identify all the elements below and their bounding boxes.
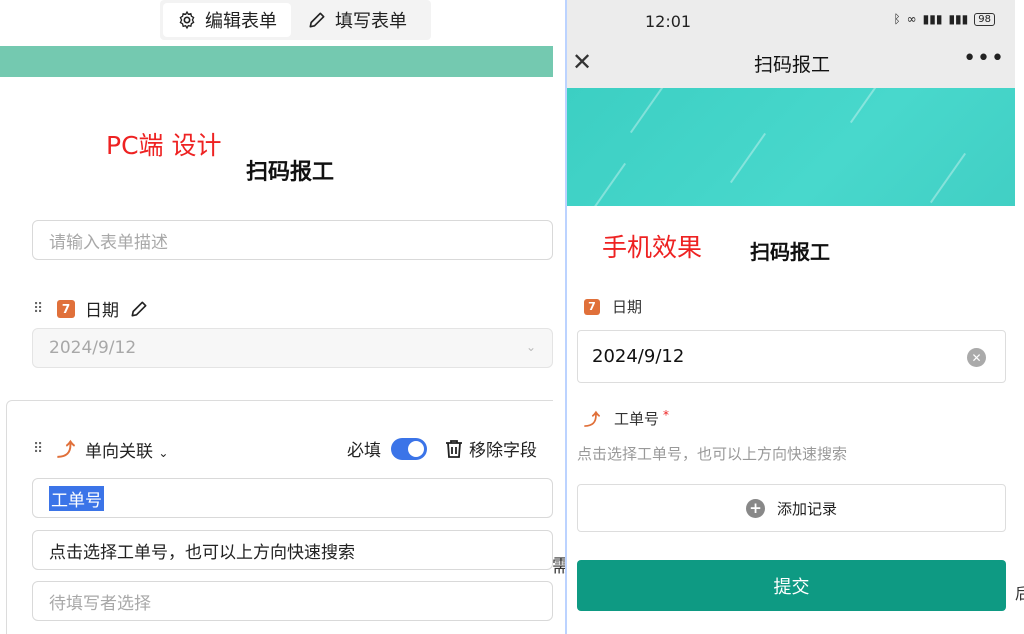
mobile-date-label: 7 日期 — [584, 296, 642, 317]
link-icon: ∞ — [906, 12, 917, 26]
submit-button[interactable]: 提交 — [577, 560, 1006, 611]
signal-icon: ▮▮▮ — [922, 12, 943, 26]
calendar-icon: 7 — [584, 298, 600, 315]
form-header-band — [0, 46, 553, 77]
mobile-order-hint: 点击选择工单号，也可以上方向快速搜索 — [577, 445, 848, 463]
edit-form-label: 编辑表单 — [205, 11, 277, 32]
clear-icon[interactable]: ✕ — [967, 348, 986, 367]
gear-icon — [179, 10, 195, 30]
field-type-label: 单向关联 — [85, 441, 153, 462]
date-field-header: ⠿ 7 日期 — [33, 296, 149, 321]
required-mark: * — [663, 408, 670, 422]
link-icon: ⤴ — [57, 440, 75, 461]
pencil-icon — [309, 12, 325, 28]
drag-handle-icon[interactable]: ⠿ — [33, 301, 47, 317]
background-text-fragment: 后 — [1015, 584, 1024, 603]
add-record-button[interactable]: + 添加记录 — [577, 484, 1006, 532]
nav-bar: ✕ 扫码报工 ••• — [567, 40, 1015, 88]
mobile-date-value: 2024/9/12 — [592, 346, 685, 367]
date-field-preview: 2024/9/12 ⌄ — [32, 328, 553, 368]
background-window-edge: 后 — [1015, 0, 1024, 634]
mobile-order-label: ⤴ 工单号 * — [584, 406, 669, 430]
calendar-icon: 7 — [57, 299, 75, 318]
field-name-input[interactable]: 工单号 — [32, 478, 553, 518]
link-icon: ⤴ — [584, 410, 601, 429]
field-default-input[interactable]: 待填写者选择 — [32, 581, 553, 621]
screen: 编辑表单 填写表单 PC端 设计 扫码报工 请输入表单描述 ⠿ 7 日期 202… — [0, 0, 1024, 634]
drag-handle-icon[interactable]: ⠿ — [33, 441, 47, 457]
signal-icon: ▮▮▮ — [948, 12, 969, 26]
required-toggle[interactable] — [391, 437, 427, 460]
field-hint-value: 点击选择工单号，也可以上方向快速搜索 — [49, 542, 355, 563]
link-field-header: ⠿ ⤴ 单向关联 ⌄ — [33, 436, 168, 462]
chevron-down-icon: ⌄ — [525, 340, 536, 354]
form-description-input[interactable]: 请输入表单描述 — [32, 220, 553, 260]
field-hint-input[interactable]: 点击选择工单号，也可以上方向快速搜索 — [32, 530, 553, 570]
mobile-form-title: 扫码报工 — [750, 240, 830, 264]
trash-icon — [446, 439, 462, 458]
field-type-selector[interactable]: 单向关联 ⌄ — [85, 437, 168, 462]
bluetooth-icon: ᛒ — [893, 12, 901, 26]
field-default-placeholder: 待填写者选择 — [49, 593, 151, 614]
pencil-icon[interactable] — [129, 299, 149, 319]
date-preview-value: 2024/9/12 — [49, 338, 137, 358]
more-icon[interactable]: ••• — [963, 46, 1005, 71]
status-icons: ᛒ ∞ ▮▮▮ ▮▮▮ 98 — [893, 12, 995, 26]
remove-field-label: 移除字段 — [469, 441, 537, 461]
field-name-value: 工单号 — [49, 485, 104, 511]
remove-field-button[interactable]: 移除字段 — [445, 436, 537, 461]
chevron-down-icon: ⌄ — [158, 445, 169, 460]
mobile-order-label-text: 工单号 — [614, 409, 660, 428]
fill-form-label: 填写表单 — [335, 11, 407, 32]
required-label: 必填 — [347, 441, 381, 461]
form-banner — [567, 88, 1015, 206]
nav-title: 扫码报工 — [753, 54, 830, 76]
pc-design-note: PC端 设计 — [106, 131, 222, 160]
edit-form-tab[interactable]: 编辑表单 — [163, 3, 291, 37]
pc-designer-pane: 编辑表单 填写表单 PC端 设计 扫码报工 请输入表单描述 ⠿ 7 日期 202… — [0, 0, 553, 634]
description-placeholder: 请输入表单描述 — [49, 232, 168, 253]
field-options: 必填 移除字段 — [347, 436, 537, 461]
mobile-effect-note: 手机效果 — [602, 233, 703, 262]
plus-icon: + — [745, 498, 765, 518]
mobile-date-input[interactable]: 2024/9/12 ✕ — [577, 330, 1006, 383]
submit-label: 提交 — [773, 576, 810, 598]
designer-toolbar: 编辑表单 填写表单 — [0, 0, 553, 46]
form-title[interactable]: 扫码报工 — [246, 154, 334, 186]
status-bar: 12:01 ᛒ ∞ ▮▮▮ ▮▮▮ 98 — [567, 0, 1015, 40]
fill-form-tab[interactable]: 填写表单 — [293, 3, 421, 37]
mobile-preview-pane: 12:01 ᛒ ∞ ▮▮▮ ▮▮▮ 98 ✕ 扫码报工 ••• 手机效果 扫码报… — [565, 0, 1015, 634]
battery-icon: 98 — [974, 12, 995, 26]
status-time: 12:01 — [645, 12, 692, 31]
add-record-label: 添加记录 — [776, 499, 837, 518]
date-field-label: 日期 — [85, 301, 119, 321]
mobile-date-label-text: 日期 — [612, 298, 643, 316]
mode-switch: 编辑表单 填写表单 — [160, 0, 431, 40]
